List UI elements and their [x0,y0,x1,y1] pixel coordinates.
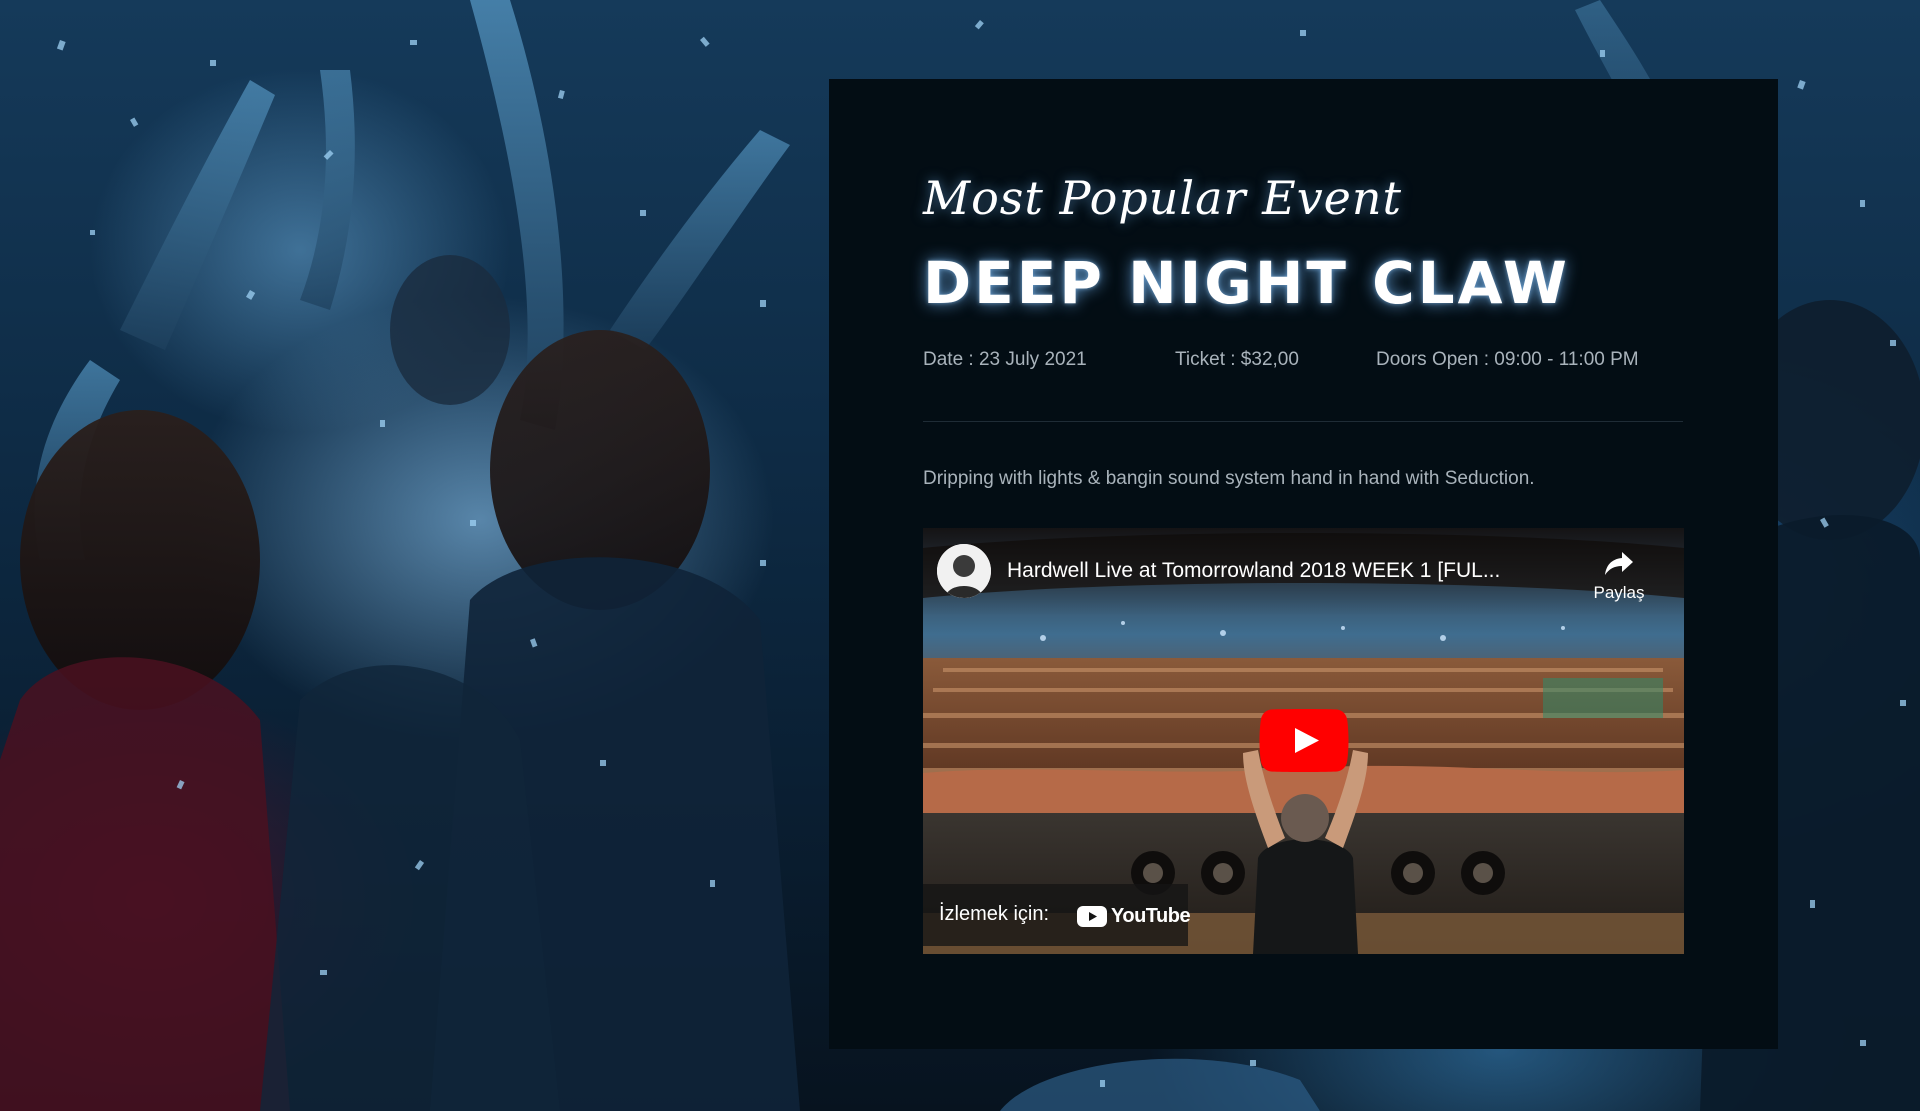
event-title: DEEP NIGHT CLAW [923,249,1570,317]
share-label: Paylaş [1593,583,1645,602]
play-button[interactable] [1259,709,1349,772]
divider [923,421,1683,422]
event-eyebrow: Most Popular Event [923,171,1403,225]
event-description: Dripping with lights & bangin sound syst… [923,468,1535,489]
video-embed[interactable]: Hardwell Live at Tomorrowland 2018 WEEK … [923,528,1684,954]
video-title[interactable]: Hardwell Live at Tomorrowland 2018 WEEK … [1007,559,1500,583]
event-ticket-price: Ticket : $32,00 [1175,349,1299,370]
event-doors-open: Doors Open : 09:00 - 11:00 PM [1376,349,1639,370]
watch-on-label: İzlemek için: [939,903,1050,925]
share-button[interactable]: Paylaş [1583,550,1655,603]
youtube-logo-icon [1077,905,1107,927]
channel-avatar-icon[interactable] [937,544,991,598]
watch-on-youtube-button[interactable]: İzlemek için: YouTube [923,884,1191,946]
event-date: Date : 23 July 2021 [923,349,1087,370]
event-card: Most Popular Event DEEP NIGHT CLAW Date … [829,79,1778,1049]
youtube-logo: YouTube [1077,903,1191,929]
share-arrow-icon [1605,552,1633,575]
page-background: Most Popular Event DEEP NIGHT CLAW Date … [0,0,1920,1111]
youtube-wordmark: YouTube [1111,904,1191,927]
youtube-play-icon [1259,709,1349,772]
